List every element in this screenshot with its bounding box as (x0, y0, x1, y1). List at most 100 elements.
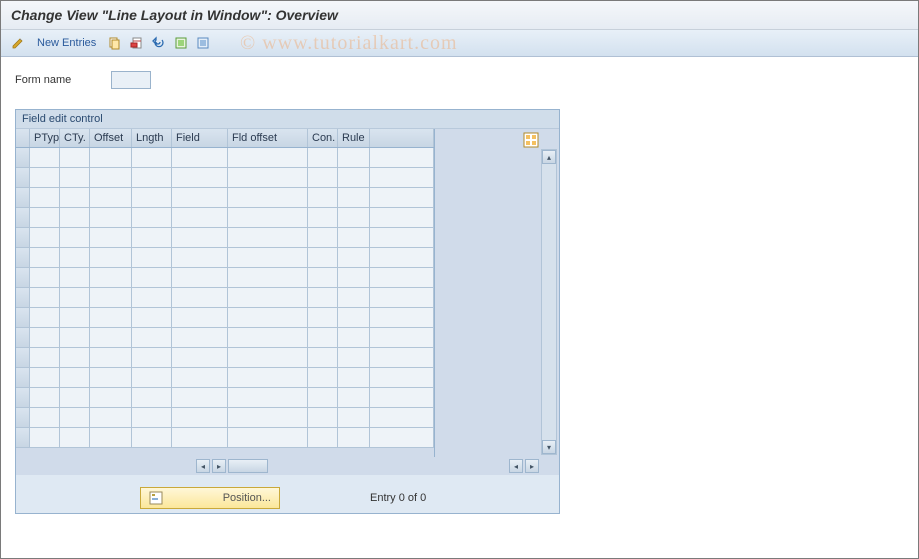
cell[interactable] (338, 308, 370, 328)
table-row[interactable] (16, 268, 434, 288)
cell[interactable] (30, 388, 60, 408)
cell[interactable] (90, 328, 132, 348)
cell[interactable] (308, 308, 338, 328)
cell[interactable] (30, 168, 60, 188)
cell[interactable] (228, 208, 308, 228)
cell[interactable] (172, 328, 228, 348)
row-selector[interactable] (16, 208, 30, 228)
cell[interactable] (30, 308, 60, 328)
column-rule[interactable]: Rule (338, 129, 370, 147)
deselect-all-icon[interactable] (194, 34, 212, 52)
cell[interactable] (90, 188, 132, 208)
cell[interactable] (308, 408, 338, 428)
column-field[interactable]: Field (172, 129, 228, 147)
column-selector[interactable] (16, 129, 30, 147)
cell[interactable] (30, 248, 60, 268)
row-selector[interactable] (16, 328, 30, 348)
cell[interactable] (132, 148, 172, 168)
cell[interactable] (228, 248, 308, 268)
cell[interactable] (172, 288, 228, 308)
cell[interactable] (338, 168, 370, 188)
table-row[interactable] (16, 368, 434, 388)
cell[interactable] (172, 408, 228, 428)
cell[interactable] (370, 168, 434, 188)
cell[interactable] (132, 348, 172, 368)
cell[interactable] (308, 248, 338, 268)
column-fldoffset[interactable]: Fld offset (228, 129, 308, 147)
scroll-left-end-icon[interactable]: ◂ (509, 459, 523, 473)
select-all-icon[interactable] (172, 34, 190, 52)
cell[interactable] (30, 348, 60, 368)
cell[interactable] (90, 308, 132, 328)
cell[interactable] (30, 188, 60, 208)
cell[interactable] (132, 228, 172, 248)
table-row[interactable] (16, 348, 434, 368)
row-selector[interactable] (16, 168, 30, 188)
cell[interactable] (228, 408, 308, 428)
row-selector[interactable] (16, 268, 30, 288)
scroll-down-icon[interactable]: ▾ (542, 440, 556, 454)
cell[interactable] (90, 368, 132, 388)
cell[interactable] (132, 368, 172, 388)
scroll-right-icon[interactable]: ▸ (212, 459, 226, 473)
cell[interactable] (308, 268, 338, 288)
cell[interactable] (60, 388, 90, 408)
cell[interactable] (132, 168, 172, 188)
cell[interactable] (308, 368, 338, 388)
cell[interactable] (60, 368, 90, 388)
table-row[interactable] (16, 428, 434, 448)
cell[interactable] (228, 328, 308, 348)
table-row[interactable] (16, 228, 434, 248)
cell[interactable] (60, 408, 90, 428)
cell[interactable] (60, 288, 90, 308)
cell[interactable] (132, 428, 172, 448)
row-selector[interactable] (16, 408, 30, 428)
column-ptyp[interactable]: PTyp (30, 129, 60, 147)
cell[interactable] (308, 148, 338, 168)
cell[interactable] (308, 228, 338, 248)
table-row[interactable] (16, 328, 434, 348)
cell[interactable] (30, 428, 60, 448)
cell[interactable] (90, 428, 132, 448)
cell[interactable] (30, 268, 60, 288)
table-row[interactable] (16, 168, 434, 188)
cell[interactable] (90, 208, 132, 228)
cell[interactable] (370, 228, 434, 248)
cell[interactable] (338, 428, 370, 448)
cell[interactable] (338, 248, 370, 268)
row-selector[interactable] (16, 348, 30, 368)
cell[interactable] (338, 348, 370, 368)
horizontal-scrollbar-right[interactable]: ◂ ▸ (509, 459, 539, 473)
row-selector[interactable] (16, 188, 30, 208)
cell[interactable] (30, 368, 60, 388)
cell[interactable] (370, 308, 434, 328)
cell[interactable] (30, 148, 60, 168)
vertical-scrollbar[interactable]: ▴ ▾ (541, 149, 557, 455)
column-cty[interactable]: CTy. (60, 129, 90, 147)
row-selector[interactable] (16, 388, 30, 408)
cell[interactable] (338, 188, 370, 208)
cell[interactable] (338, 268, 370, 288)
table-row[interactable] (16, 148, 434, 168)
cell[interactable] (228, 188, 308, 208)
cell[interactable] (370, 348, 434, 368)
cell[interactable] (60, 308, 90, 328)
cell[interactable] (370, 368, 434, 388)
cell[interactable] (228, 288, 308, 308)
cell[interactable] (228, 268, 308, 288)
row-selector[interactable] (16, 368, 30, 388)
cell[interactable] (338, 408, 370, 428)
cell[interactable] (90, 408, 132, 428)
cell[interactable] (228, 148, 308, 168)
cell[interactable] (308, 348, 338, 368)
cell[interactable] (370, 408, 434, 428)
cell[interactable] (60, 268, 90, 288)
cell[interactable] (228, 308, 308, 328)
cell[interactable] (132, 388, 172, 408)
cell[interactable] (172, 348, 228, 368)
table-row[interactable] (16, 388, 434, 408)
cell[interactable] (60, 348, 90, 368)
toggle-edit-icon[interactable] (9, 34, 27, 52)
cell[interactable] (370, 248, 434, 268)
cell[interactable] (30, 288, 60, 308)
